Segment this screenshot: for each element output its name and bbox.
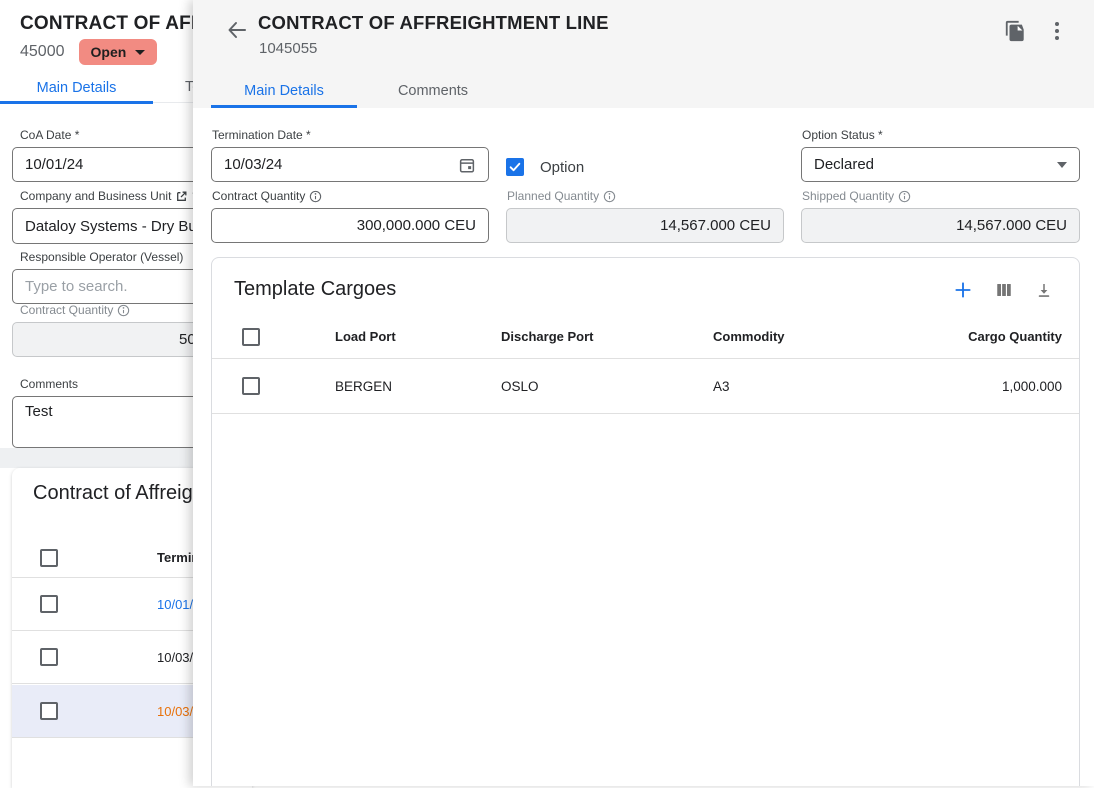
planned-quantity-label: Planned Quantity (507, 189, 784, 203)
select-all-checkbox[interactable] (242, 328, 260, 346)
planned-quantity-input: 14,567.000 CEU (506, 208, 784, 243)
download-button[interactable] (1035, 281, 1053, 299)
planned-quantity-value: 14,567.000 CEU (519, 217, 771, 234)
comments-value: Test (25, 403, 53, 420)
download-icon (1035, 281, 1053, 299)
row-checkbox[interactable] (40, 702, 58, 720)
option-checkbox-label: Option (540, 159, 584, 176)
col-cargo-quantity: Cargo Quantity (902, 329, 1062, 344)
col-discharge-port: Discharge Port (501, 329, 713, 344)
calendar-icon[interactable] (458, 156, 476, 174)
row-date-link[interactable]: 10/01/ (157, 597, 193, 612)
panel-content: Termination Date * 10/03/24 Option Optio… (193, 108, 1094, 786)
plus-icon (953, 280, 973, 300)
status-badge[interactable]: Open (79, 39, 158, 65)
panel-header: CONTRACT OF AFFREIGHTMENT LINE 1045055 M… (193, 0, 1094, 108)
option-status-label: Option Status * (802, 128, 1080, 142)
copy-button[interactable] (1001, 17, 1029, 45)
row-date[interactable]: 10/03/ (157, 650, 193, 665)
planned-quantity-label-text: Planned Quantity (507, 189, 599, 203)
columns-icon (995, 281, 1013, 299)
company-label-text: Company and Business Unit (20, 189, 171, 203)
row-checkbox[interactable] (242, 377, 260, 395)
option-status-select[interactable]: Declared (801, 147, 1080, 182)
chevron-down-icon (1057, 162, 1067, 168)
info-icon (603, 190, 616, 203)
col-load-port: Load Port (335, 329, 501, 344)
panel-subtitle: 1045055 (259, 40, 317, 57)
col-commodity: Commodity (713, 329, 902, 344)
select-all-checkbox[interactable] (40, 549, 58, 567)
option-checkbox-row: Option (506, 152, 784, 182)
chevron-down-icon (135, 50, 145, 55)
coa-lines-card-title: Contract of Affreight (33, 482, 209, 505)
contract-quantity-label: Contract Quantity (212, 189, 489, 203)
template-cargoes-title: Template Cargoes (234, 278, 396, 301)
option-status-value: Declared (814, 156, 874, 173)
tab-comments[interactable]: Comments (357, 74, 509, 108)
termination-date-label: Termination Date * (212, 128, 489, 142)
back-button[interactable] (223, 16, 251, 44)
check-icon (508, 160, 522, 174)
panel-tab-bar: Main Details Comments (211, 74, 509, 108)
shipped-quantity-label: Shipped Quantity (802, 189, 1080, 203)
option-checkbox[interactable] (506, 158, 524, 176)
cell-discharge-port: OSLO (501, 379, 713, 394)
contract-quantity-value: 300,000.000 CEU (224, 217, 476, 234)
kebab-icon (1055, 22, 1059, 40)
record-id: 45000 (20, 43, 65, 61)
row-date-link[interactable]: 10/03/ (157, 704, 193, 719)
coa-line-panel: CONTRACT OF AFFREIGHTMENT LINE 1045055 M… (193, 0, 1094, 786)
info-icon (117, 304, 130, 317)
template-cargoes-card: Template Cargoes Load Port Discharge (211, 257, 1080, 786)
responsible-operator-placeholder: Type to search. (25, 278, 128, 295)
row-checkbox[interactable] (40, 648, 58, 666)
shipped-quantity-label-text: Shipped Quantity (802, 189, 894, 203)
cell-commodity: A3 (713, 379, 902, 394)
table-row[interactable]: BERGEN OSLO A3 1,000.000 (212, 359, 1079, 414)
info-icon (898, 190, 911, 203)
coa-date-value: 10/01/24 (25, 156, 83, 173)
shipped-quantity-value: 14,567.000 CEU (814, 217, 1067, 234)
status-badge-label: Open (91, 44, 127, 60)
tab-main-details[interactable]: Main Details (0, 72, 153, 103)
bp-contract-quantity-label-text: Contract Quantity (20, 303, 113, 317)
cell-cargo-quantity: 1,000.000 (902, 379, 1062, 394)
template-cargoes-header-row: Load Port Discharge Port Commodity Cargo… (212, 315, 1079, 359)
arrow-left-icon (225, 18, 249, 42)
company-value: Dataloy Systems - Dry Bulk (25, 218, 208, 235)
launch-icon[interactable] (175, 190, 188, 203)
add-cargo-button[interactable] (953, 280, 973, 300)
more-options-button[interactable] (1043, 17, 1071, 45)
contract-quantity-input[interactable]: 300,000.000 CEU (211, 208, 489, 243)
termination-date-input[interactable]: 10/03/24 (211, 147, 489, 182)
tab-main-details[interactable]: Main Details (211, 74, 357, 108)
copy-icon (1004, 20, 1026, 42)
panel-title: CONTRACT OF AFFREIGHTMENT LINE (258, 12, 609, 34)
info-icon (309, 190, 322, 203)
cell-load-port: BERGEN (335, 379, 501, 394)
termination-date-value: 10/03/24 (224, 156, 282, 173)
row-checkbox[interactable] (40, 595, 58, 613)
contract-quantity-label-text: Contract Quantity (212, 189, 305, 203)
column-settings-button[interactable] (995, 281, 1013, 299)
shipped-quantity-input: 14,567.000 CEU (801, 208, 1080, 243)
